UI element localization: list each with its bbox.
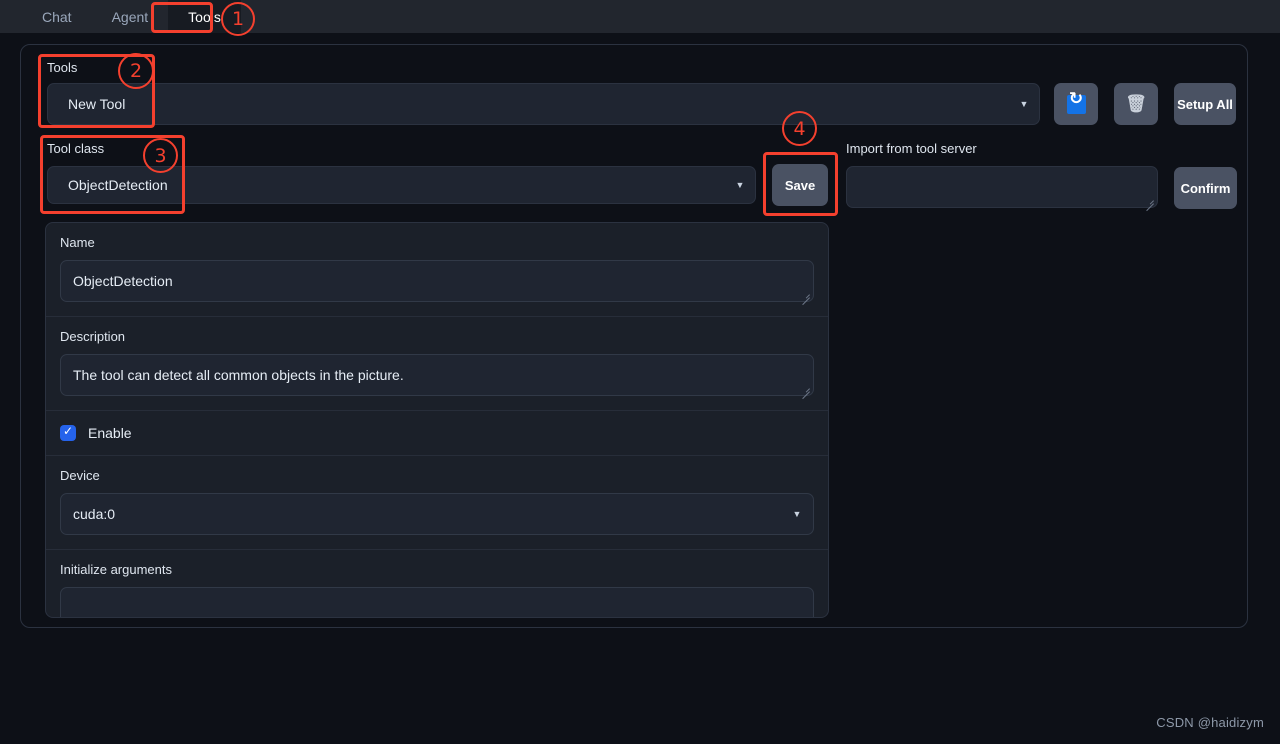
enable-section: Enable — [46, 411, 828, 456]
trash-icon: 🗑 — [1125, 93, 1147, 114]
watermark: CSDN @haidizym — [1156, 715, 1264, 730]
refresh-icon — [1066, 92, 1086, 114]
description-input-value: The tool can detect all common objects i… — [73, 367, 404, 383]
chevron-down-icon: ▼ — [1019, 99, 1029, 109]
resize-grip-icon[interactable] — [801, 617, 810, 618]
import-from-tool-server-input[interactable] — [846, 166, 1158, 208]
initialize-arguments-input[interactable] — [60, 587, 814, 618]
name-input[interactable]: ObjectDetection — [60, 260, 814, 302]
tab-agent-label: Agent — [111, 8, 149, 25]
tab-chat[interactable]: Chat — [22, 0, 92, 33]
name-input-value: ObjectDetection — [73, 273, 173, 289]
chevron-down-icon: ▼ — [792, 509, 802, 519]
tab-tools[interactable]: Tools — [168, 0, 241, 33]
initialize-arguments-section: Initialize arguments — [46, 550, 828, 618]
tools-select[interactable]: New Tool ▼ — [47, 83, 1040, 125]
device-label: Device — [60, 468, 100, 483]
name-label: Name — [60, 235, 95, 250]
name-section: Name ObjectDetection — [46, 223, 828, 317]
chevron-down-icon: ▼ — [735, 180, 745, 190]
resize-grip-icon[interactable] — [1145, 196, 1154, 205]
description-label: Description — [60, 329, 126, 344]
tool-config-form: Name ObjectDetection Description The too… — [45, 222, 829, 618]
enable-checkbox[interactable] — [60, 424, 76, 441]
tool-class-select[interactable]: ObjectDetection ▼ — [47, 166, 756, 204]
description-input[interactable]: The tool can detect all common objects i… — [60, 354, 814, 396]
device-select-value: cuda:0 — [73, 506, 116, 522]
device-section: Device cuda:0 ▼ — [46, 456, 828, 550]
save-button[interactable]: Save — [772, 164, 828, 206]
description-section: Description The tool can detect all comm… — [46, 317, 828, 411]
import-field-label: Import from tool server — [846, 141, 977, 156]
enable-label: Enable — [88, 425, 132, 441]
tools-field-label: Tools — [47, 60, 78, 75]
tool-class-field-label: Tool class — [47, 141, 105, 156]
resize-grip-icon[interactable] — [801, 384, 810, 393]
delete-button[interactable]: 🗑 — [1114, 83, 1158, 125]
tab-agent[interactable]: Agent — [92, 0, 169, 33]
tools-select-value: New Tool — [68, 96, 126, 112]
device-select[interactable]: cuda:0 ▼ — [60, 493, 814, 535]
tab-tools-label: Tools — [188, 8, 221, 25]
initialize-arguments-label: Initialize arguments — [60, 562, 172, 577]
confirm-button[interactable]: Confirm — [1174, 167, 1237, 209]
tab-chat-label: Chat — [42, 8, 72, 25]
resize-grip-icon[interactable] — [801, 290, 810, 299]
tool-class-select-value: ObjectDetection — [68, 177, 168, 193]
tab-bar: Chat Agent Tools — [0, 0, 1280, 33]
setup-all-button[interactable]: Setup All — [1174, 83, 1236, 125]
refresh-button[interactable] — [1054, 83, 1098, 125]
